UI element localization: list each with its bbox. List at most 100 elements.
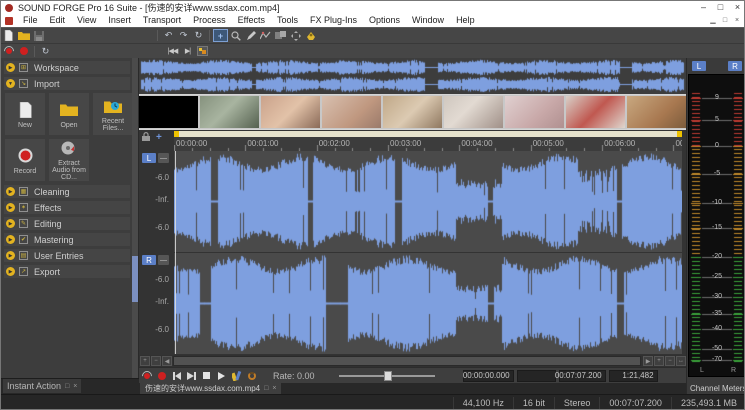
sidebar-section-user-entries[interactable]: ▶▤User Entries xyxy=(4,249,130,262)
extract-audio-from-cd-button[interactable]: Extract Audio from CD... xyxy=(49,139,89,181)
play-icon[interactable] xyxy=(214,369,229,382)
selection-end-field[interactable]: 00:07:07.200 xyxy=(559,370,606,382)
sidebar-section-editing[interactable]: ▶✎Editing xyxy=(4,217,130,230)
sidebar-section-cleaning[interactable]: ▶▦Cleaning xyxy=(4,185,130,198)
marker-grid-icon[interactable] xyxy=(195,45,210,58)
menu-file[interactable]: File xyxy=(17,14,44,27)
sidebar-section-import[interactable]: ▼↘Import xyxy=(4,77,130,90)
redo-icon[interactable]: ↷ xyxy=(176,29,191,42)
channel-meters-title[interactable]: Channel Meters □ xyxy=(687,383,745,394)
instant-action-tab[interactable]: Instant Action □ × xyxy=(3,379,81,393)
record-icon[interactable] xyxy=(16,45,31,58)
mdi-close-button[interactable]: × xyxy=(731,15,743,27)
selection-start-field[interactable] xyxy=(517,370,556,382)
file-tab[interactable]: 伤速的安详www.ssdax.com.mp4 □ × xyxy=(140,383,281,394)
cursor-position-field[interactable]: 00:00:00.000 xyxy=(463,370,514,382)
right-channel-waveform[interactable] xyxy=(174,253,682,354)
menu-options[interactable]: Options xyxy=(363,14,406,27)
go-to-end-icon[interactable] xyxy=(184,369,199,382)
menu-process[interactable]: Process xyxy=(187,14,232,27)
menu-insert[interactable]: Insert xyxy=(102,14,137,27)
pencil-tool-button[interactable] xyxy=(243,29,258,42)
scroll-left-icon[interactable]: ◀ xyxy=(162,356,172,366)
zoom-in-icon[interactable]: + xyxy=(140,356,150,366)
left-channel-minimize-button[interactable]: — xyxy=(158,153,169,163)
record-button[interactable]: Record xyxy=(5,139,45,181)
loop-icon[interactable]: ↻ xyxy=(38,45,53,58)
recent-files-button[interactable]: Recent Files... xyxy=(93,93,133,135)
ruler-tick-label: 00:06:00 xyxy=(604,139,635,148)
undo-icon[interactable]: ↶ xyxy=(161,29,176,42)
stop-icon[interactable] xyxy=(199,369,214,382)
go-to-start-icon[interactable]: |◀◀ xyxy=(165,45,180,58)
close-button[interactable]: × xyxy=(729,1,745,14)
meter-scale-label: -30 xyxy=(689,293,745,300)
rate-slider-knob[interactable] xyxy=(384,371,392,381)
open-button[interactable]: Open xyxy=(49,93,89,135)
minimize-button[interactable]: – xyxy=(695,1,712,14)
menu-effects[interactable]: Effects xyxy=(232,14,271,27)
menu-fx-plug-ins[interactable]: FX Plug-Ins xyxy=(304,14,363,27)
go-to-start-icon[interactable] xyxy=(169,369,184,382)
event-tool-button[interactable] xyxy=(273,29,288,42)
meter-scale-label: -70 xyxy=(689,356,745,363)
magnify-tool-button[interactable] xyxy=(228,29,243,42)
edit-cursor[interactable] xyxy=(175,151,176,354)
audio-overview[interactable] xyxy=(139,58,686,94)
time-ruler[interactable]: 00:00:0000:01:0000:02:0000:03:0000:04:00… xyxy=(174,137,682,151)
save-button[interactable] xyxy=(31,29,46,42)
zoom-out-icon[interactable]: − xyxy=(151,356,161,366)
sidebar-scrollbar[interactable] xyxy=(132,58,138,378)
restore-button[interactable]: □ xyxy=(712,1,729,14)
menu-edit[interactable]: Edit xyxy=(44,14,72,27)
navigate-tool-button[interactable] xyxy=(288,29,303,42)
menu-view[interactable]: View xyxy=(71,14,102,27)
rate-slider[interactable] xyxy=(339,371,435,381)
meter-scale-label: -25 xyxy=(689,273,745,280)
meter-right-button[interactable]: R xyxy=(728,61,742,71)
open-file-button[interactable] xyxy=(16,29,31,42)
right-channel-minimize-button[interactable]: — xyxy=(158,255,169,265)
chevron-right-icon: ▶ xyxy=(6,267,15,276)
sidebar-section-export[interactable]: ▶↗Export xyxy=(4,265,130,278)
play-device-icon[interactable] xyxy=(229,369,244,382)
panel-close-icon[interactable]: × xyxy=(73,383,77,390)
section-icon: ▦ xyxy=(19,187,28,196)
video-thumbnail xyxy=(261,96,320,128)
new-file-button[interactable] xyxy=(1,29,16,42)
record-icon[interactable] xyxy=(154,369,169,382)
right-channel-button[interactable]: R xyxy=(142,255,156,265)
sidebar-section-workspace[interactable]: ▶⊞Workspace xyxy=(4,61,130,74)
left-channel-waveform[interactable] xyxy=(174,151,682,252)
repeat-icon[interactable]: ↻ xyxy=(191,29,206,42)
menu-transport[interactable]: Transport xyxy=(137,14,187,27)
selection-length-field[interactable]: 1:21,482 xyxy=(609,370,658,382)
horizontal-scrollbar[interactable] xyxy=(173,356,641,366)
menu-help[interactable]: Help xyxy=(450,14,481,27)
burn-cd-icon[interactable] xyxy=(1,45,16,58)
snapping-tool-button[interactable] xyxy=(303,29,318,42)
tab-restore-icon[interactable]: □ xyxy=(264,385,268,392)
zoom-in-time-icon[interactable]: + xyxy=(654,356,664,366)
left-channel-button[interactable]: L xyxy=(142,153,156,163)
record-remote-icon[interactable] xyxy=(139,369,154,382)
panel-float-icon[interactable]: □ xyxy=(65,383,69,390)
new-button[interactable]: New xyxy=(5,93,45,135)
db-label: -6.0 xyxy=(139,275,169,284)
zoom-out-time-icon[interactable]: − xyxy=(665,356,675,366)
zoom-fit-icon[interactable]: ↔ xyxy=(676,356,686,366)
open-icon xyxy=(60,100,78,120)
sidebar-section-effects[interactable]: ▶✶Effects xyxy=(4,201,130,214)
meter-left-button[interactable]: L xyxy=(692,61,706,71)
sidebar-section-mastering[interactable]: ▶✔Mastering xyxy=(4,233,130,246)
loop-playback-icon[interactable] xyxy=(244,369,259,382)
envelope-tool-button[interactable] xyxy=(258,29,273,42)
menu-tools[interactable]: Tools xyxy=(271,14,304,27)
mdi-restore-button[interactable]: □ xyxy=(719,15,731,27)
scroll-right-icon[interactable]: ▶ xyxy=(643,356,653,366)
go-to-end-icon[interactable]: ▶| xyxy=(180,45,195,58)
tab-close-icon[interactable]: × xyxy=(272,385,276,392)
mdi-minimize-button[interactable]: ▁ xyxy=(707,15,719,27)
edit-tool-button[interactable]: + xyxy=(213,29,228,42)
menu-window[interactable]: Window xyxy=(406,14,450,27)
